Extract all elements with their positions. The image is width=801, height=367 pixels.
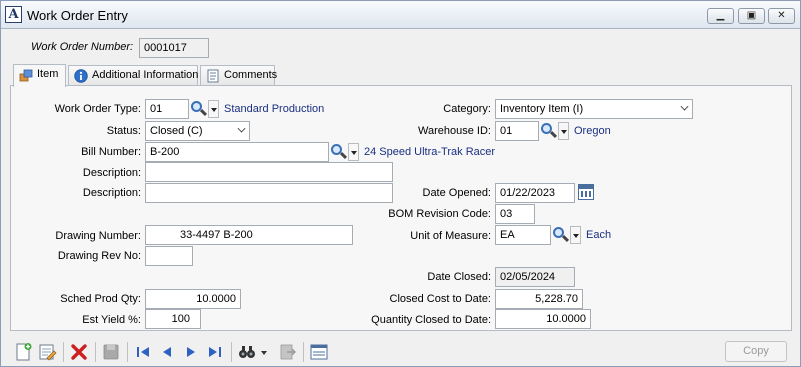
bill-number-input[interactable]: B-200 [145,142,329,162]
date-opened-input[interactable]: 01/22/2023 [495,183,575,203]
est-yield-input[interactable]: 100 [145,309,201,329]
description-2-label: Description: [82,187,141,199]
comments-icon [207,69,219,83]
restore-button[interactable]: ▣ [738,8,765,24]
drawing-number-label: Drawing Number: [55,230,141,242]
warehouse-id-label: Warehouse ID: [418,125,491,137]
tab-additional-information[interactable]: Additional Information [68,65,198,86]
warehouse-dropdown-button[interactable] [558,122,569,140]
bill-number-description: 24 Speed Ultra-Trak Racer [364,146,496,158]
first-record-icon[interactable] [133,342,153,362]
warehouse-description: Oregon [574,125,611,137]
tab-additional-information-label: Additional Information [92,69,199,81]
work-order-type-description: Standard Production [224,103,325,115]
date-closed-field[interactable]: 02/05/2024 [495,267,575,287]
work-order-number-field[interactable]: 0001017 [139,38,209,58]
bill-number-label: Bill Number: [81,146,141,158]
tab-item[interactable]: Item [13,64,66,87]
layout-icon[interactable] [309,342,329,362]
app-logo-icon: A [5,6,22,23]
status-select[interactable]: Closed (C) [145,121,250,141]
date-opened-label: Date Opened: [422,187,492,199]
category-value: Inventory Item (I) [500,103,584,115]
work-order-type-label: Work Order Type: [54,103,141,115]
status-label: Status: [106,125,141,137]
closed-cost-field[interactable]: 5,228.70 [495,289,583,309]
next-record-icon[interactable] [181,342,201,362]
closed-cost-label: Closed Cost to Date: [389,293,492,305]
save-icon[interactable] [101,342,121,362]
item-icon [19,69,33,82]
close-button[interactable]: ✕ [768,8,795,24]
description-1-label: Description: [82,167,141,179]
record-toolbar [9,338,793,366]
restore-icon: ▣ [746,10,757,21]
drawing-number-input[interactable]: 33-4497 B-200 [145,225,353,245]
description-1-input[interactable] [145,162,393,182]
toolbar-separator [95,342,96,362]
quantity-closed-field[interactable]: 10.0000 [495,309,591,329]
chevron-down-icon [680,102,689,111]
copy-button[interactable]: Copy [725,341,787,362]
warehouse-lookup-button[interactable] [540,122,558,140]
work-order-number-label: Work Order Number: [31,41,134,53]
calendar-icon[interactable] [578,184,594,200]
work-order-type-lookup-button[interactable] [190,100,208,118]
export-icon[interactable] [277,342,297,362]
new-icon[interactable] [13,342,33,362]
edit-icon[interactable] [37,342,57,362]
unit-of-measure-lookup-button[interactable] [552,226,570,244]
tab-comments[interactable]: Comments [200,65,278,86]
category-label: Category: [443,103,491,115]
unit-of-measure-input[interactable]: EA [495,225,551,245]
warehouse-id-input[interactable]: 01 [495,121,539,141]
previous-record-icon[interactable] [157,342,177,362]
unit-of-measure-description: Each [586,229,612,241]
find-dropdown-icon[interactable] [259,342,269,362]
info-icon [74,69,88,83]
drawing-rev-input[interactable] [145,246,193,266]
date-closed-label: Date Closed: [427,271,491,283]
minimize-icon: ▁ [716,10,725,21]
tab-item-label: Item [37,68,59,80]
work-order-type-input[interactable]: 01 [145,99,189,119]
bill-number-dropdown-button[interactable] [348,143,359,161]
quantity-closed-label: Quantity Closed to Date: [371,314,491,326]
status-value: Closed (C) [150,125,203,137]
work-order-entry-window: A Work Order Entry ▁ ▣ ✕ Work Order Numb… [0,0,801,367]
unit-of-measure-dropdown-button[interactable] [570,226,581,244]
minimize-button[interactable]: ▁ [707,8,734,24]
window-title: Work Order Entry [27,8,128,23]
category-select[interactable]: Inventory Item (I) [495,99,693,119]
bom-revision-code-label: BOM Revision Code: [388,208,491,220]
sched-prod-qty-input[interactable]: 10.0000 [145,289,241,309]
sched-prod-qty-label: Sched Prod Qty: [60,293,141,305]
bom-revision-code-input[interactable]: 03 [495,204,535,224]
work-order-type-dropdown-button[interactable] [208,100,219,118]
bill-number-lookup-button[interactable] [330,143,348,161]
chevron-down-icon [237,124,246,133]
close-icon: ✕ [777,10,786,21]
delete-icon[interactable] [69,342,89,362]
est-yield-label: Est Yield %: [82,314,141,326]
toolbar-separator [303,342,304,362]
tab-comments-label: Comments [224,69,278,81]
last-record-icon[interactable] [205,342,225,362]
toolbar-separator [127,342,128,362]
drawing-rev-label: Drawing Rev No: [57,250,141,262]
find-icon[interactable] [237,342,257,362]
title-bar: A Work Order Entry ▁ ▣ ✕ [1,1,800,29]
toolbar-separator [63,342,64,362]
unit-of-measure-label: Unit of Measure: [410,230,491,242]
toolbar-separator [231,342,232,362]
